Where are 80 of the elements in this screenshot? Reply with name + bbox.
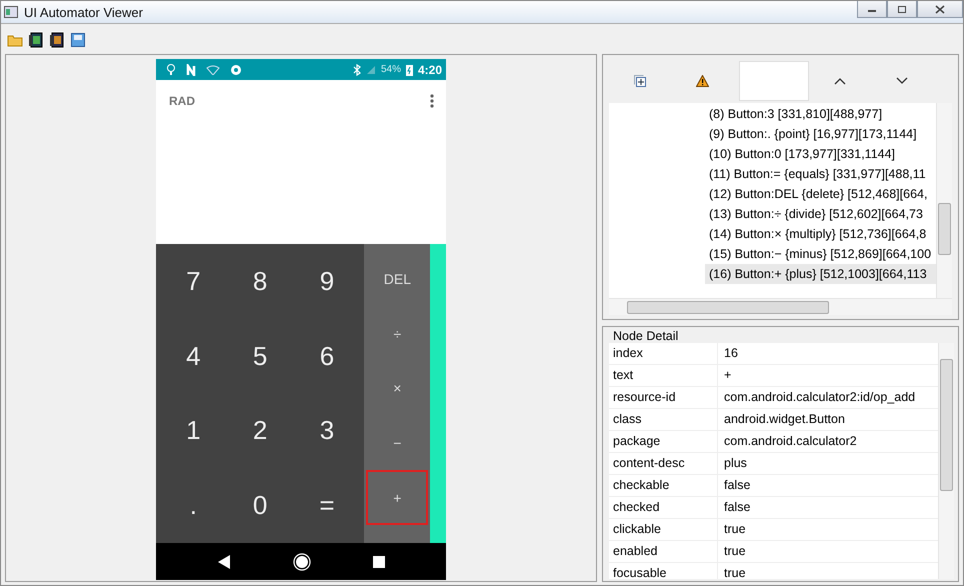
property-value: true	[723, 565, 746, 579]
digit-key[interactable]: 8	[226, 244, 294, 319]
panel-title: Node Detail	[612, 329, 680, 343]
digit-key[interactable]: 9	[294, 244, 360, 319]
property-value: +	[723, 367, 732, 384]
close-icon	[935, 4, 945, 14]
back-icon[interactable]	[217, 554, 231, 570]
property-value: android.widget.Button	[723, 411, 845, 428]
overflow-menu-icon[interactable]	[430, 94, 434, 108]
property-value: 16	[723, 345, 738, 362]
property-name: class	[609, 409, 718, 430]
property-name: focusable	[609, 563, 718, 579]
digit-key[interactable]: 3	[294, 394, 360, 468]
save-icon[interactable]	[70, 32, 86, 48]
folder-icon[interactable]	[7, 33, 23, 47]
property-name: text	[609, 365, 718, 386]
angle-mode-label: RAD	[169, 94, 195, 108]
digit-key[interactable]: 1	[160, 394, 227, 468]
property-value: false	[723, 477, 750, 494]
operator-key[interactable]: −	[366, 416, 428, 470]
clock: 4:20	[418, 62, 442, 76]
minimize-button[interactable]	[857, 1, 887, 18]
tree-node[interactable]: (15) Button:− {minus} [512,869][664,100	[705, 244, 936, 264]
property-name: checkable	[609, 475, 718, 496]
horizontal-scrollbar[interactable]	[609, 298, 952, 315]
window-icon	[4, 6, 18, 18]
signal-icon	[366, 64, 376, 75]
battery-icon	[406, 64, 413, 76]
close-button[interactable]	[917, 1, 963, 18]
operator-key[interactable]: ÷	[366, 306, 428, 362]
property-value: true	[723, 521, 746, 538]
property-value: com.android.calculator2	[723, 433, 857, 450]
operator-key[interactable]: ×	[366, 361, 428, 416]
vertical-scrollbar[interactable]	[936, 103, 952, 298]
property-name: clickable	[609, 519, 718, 540]
operator-key[interactable]: +	[366, 470, 428, 525]
property-name: resource-id	[609, 387, 718, 408]
property-name: package	[609, 431, 718, 452]
digit-key[interactable]: .	[160, 468, 227, 543]
property-value: plus	[723, 455, 747, 472]
property-value: true	[723, 543, 746, 560]
maximize-button[interactable]	[887, 1, 917, 18]
tree-node[interactable]: (9) Button:. {point} [16,977][173,1144]	[705, 124, 936, 144]
property-name: content-desc	[609, 453, 718, 474]
bluetooth-icon	[352, 64, 361, 76]
wifi-icon	[206, 64, 220, 74]
digit-key[interactable]: 5	[226, 318, 294, 394]
tree-node[interactable]: (16) Button:+ {plus} [512,1003][664,113	[705, 264, 936, 284]
window-title: UI Automator Viewer	[24, 4, 143, 20]
digit-key[interactable]: 6	[294, 318, 360, 394]
digit-key[interactable]: 0	[226, 468, 294, 543]
tree-node[interactable]: (14) Button:× {multiply} [512,736][664,8	[705, 224, 936, 244]
tree-node[interactable]: (8) Button:3 [331,810][488,977]	[705, 104, 936, 124]
digit-key[interactable]: 2	[226, 394, 294, 468]
vertical-scrollbar[interactable]	[938, 343, 954, 579]
property-value: false	[723, 499, 750, 516]
lightbulb-icon	[166, 64, 176, 76]
n-letter-icon	[186, 64, 196, 76]
home-icon[interactable]	[293, 552, 311, 570]
tree-node[interactable]: (11) Button:= {equals} [331,977][488,11	[705, 164, 936, 184]
tree-node[interactable]: (13) Button:÷ {divide} [512,602][664,73	[705, 204, 936, 224]
expand-all-icon[interactable]	[634, 75, 646, 87]
property-name: enabled	[609, 541, 718, 562]
property-value: com.android.calculator2:id/op_add	[723, 389, 916, 406]
maximize-icon	[897, 4, 907, 14]
property-name: checked	[609, 497, 718, 518]
android-icon	[230, 64, 242, 76]
battery-percent: 54%	[380, 64, 401, 75]
tree-node[interactable]: (10) Button:0 [173,977][331,1144]	[705, 144, 936, 164]
digit-key[interactable]: 4	[160, 318, 227, 394]
property-name: index	[609, 343, 718, 364]
device-screenshot-icon[interactable]	[49, 32, 65, 48]
device-screenshot-icon[interactable]	[28, 32, 44, 48]
digit-key[interactable]: 7	[160, 244, 227, 319]
recents-icon[interactable]	[373, 556, 385, 568]
tree-node[interactable]: (12) Button:DEL {delete} [512,468][664,	[705, 184, 936, 204]
digit-key[interactable]: =	[294, 468, 360, 543]
operator-key[interactable]: DEL	[366, 252, 428, 307]
search-field[interactable]	[739, 61, 809, 101]
warning-icon[interactable]	[696, 75, 709, 87]
